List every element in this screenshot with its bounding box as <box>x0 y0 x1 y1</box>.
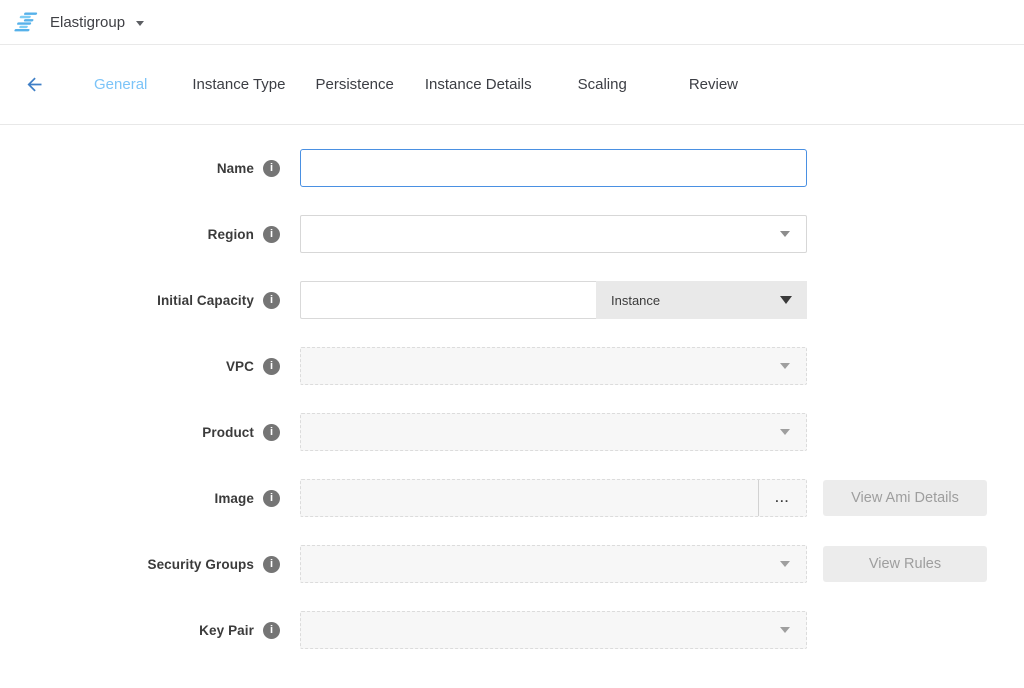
tab-review[interactable]: Review <box>689 76 738 93</box>
tab-instance-details[interactable]: Instance Details <box>425 76 532 93</box>
key-pair-select <box>300 611 807 649</box>
capacity-unit-select[interactable]: Instance <box>596 281 807 319</box>
form-row-initial-capacity: Initial Capacity i Instance <box>0 281 1024 319</box>
info-icon[interactable]: i <box>263 556 280 573</box>
region-select[interactable] <box>300 215 807 253</box>
arrow-back-icon <box>24 74 45 95</box>
vpc-select <box>300 347 807 385</box>
image-input: ... <box>300 479 807 517</box>
form-row-vpc: VPC i <box>0 347 1024 385</box>
browse-image-button: ... <box>758 480 806 516</box>
back-button[interactable] <box>22 73 46 97</box>
info-icon[interactable]: i <box>263 160 280 177</box>
product-switcher[interactable]: Elastigroup <box>13 10 144 34</box>
name-label: Name <box>217 161 254 176</box>
info-icon[interactable]: i <box>263 226 280 243</box>
tab-general[interactable]: General <box>94 76 147 93</box>
chevron-down-icon <box>780 429 790 435</box>
vpc-label: VPC <box>226 359 254 374</box>
elastigroup-wizard-page: Elastigroup General Instance Type Persis… <box>0 0 1024 688</box>
chevron-down-icon <box>136 21 144 26</box>
security-groups-select <box>300 545 807 583</box>
info-icon[interactable]: i <box>263 292 280 309</box>
capacity-unit-value: Instance <box>611 293 660 308</box>
tab-persistence[interactable]: Persistence <box>316 76 394 93</box>
chevron-down-icon <box>780 561 790 567</box>
form-row-name: Name i <box>0 149 1024 187</box>
security-groups-label: Security Groups <box>147 557 254 572</box>
form-row-product: Product i <box>0 413 1024 451</box>
wizard-tabbar: General Instance Type Persistence Instan… <box>0 45 1024 125</box>
form-row-security-groups: Security Groups i View Rules <box>0 545 1024 583</box>
info-icon[interactable]: i <box>263 424 280 441</box>
chevron-down-icon <box>780 296 792 304</box>
product-name: Elastigroup <box>50 14 125 31</box>
elastigroup-logo-icon <box>13 10 39 34</box>
tab-scaling[interactable]: Scaling <box>578 76 627 93</box>
info-icon[interactable]: i <box>263 358 280 375</box>
key-pair-label: Key Pair <box>199 623 254 638</box>
info-icon[interactable]: i <box>263 622 280 639</box>
form-row-region: Region i <box>0 215 1024 253</box>
wizard-tabs: General Instance Type Persistence Instan… <box>94 76 738 93</box>
product-label: Product <box>202 425 254 440</box>
region-label: Region <box>208 227 254 242</box>
general-settings-form: Name i Region i Initial Capacity i <box>0 125 1024 649</box>
initial-capacity-input[interactable] <box>300 281 596 319</box>
info-icon[interactable]: i <box>263 490 280 507</box>
view-rules-button: View Rules <box>823 546 987 582</box>
form-row-key-pair: Key Pair i <box>0 611 1024 649</box>
form-row-image: Image i ... View Ami Details <box>0 479 1024 517</box>
topbar: Elastigroup <box>0 0 1024 45</box>
tab-instance-type[interactable]: Instance Type <box>192 76 285 93</box>
chevron-down-icon <box>780 627 790 633</box>
product-select <box>300 413 807 451</box>
chevron-down-icon <box>780 363 790 369</box>
image-label: Image <box>214 491 254 506</box>
chevron-down-icon <box>780 231 790 237</box>
view-ami-details-button: View Ami Details <box>823 480 987 516</box>
initial-capacity-label: Initial Capacity <box>157 293 254 308</box>
name-input[interactable] <box>300 149 807 187</box>
